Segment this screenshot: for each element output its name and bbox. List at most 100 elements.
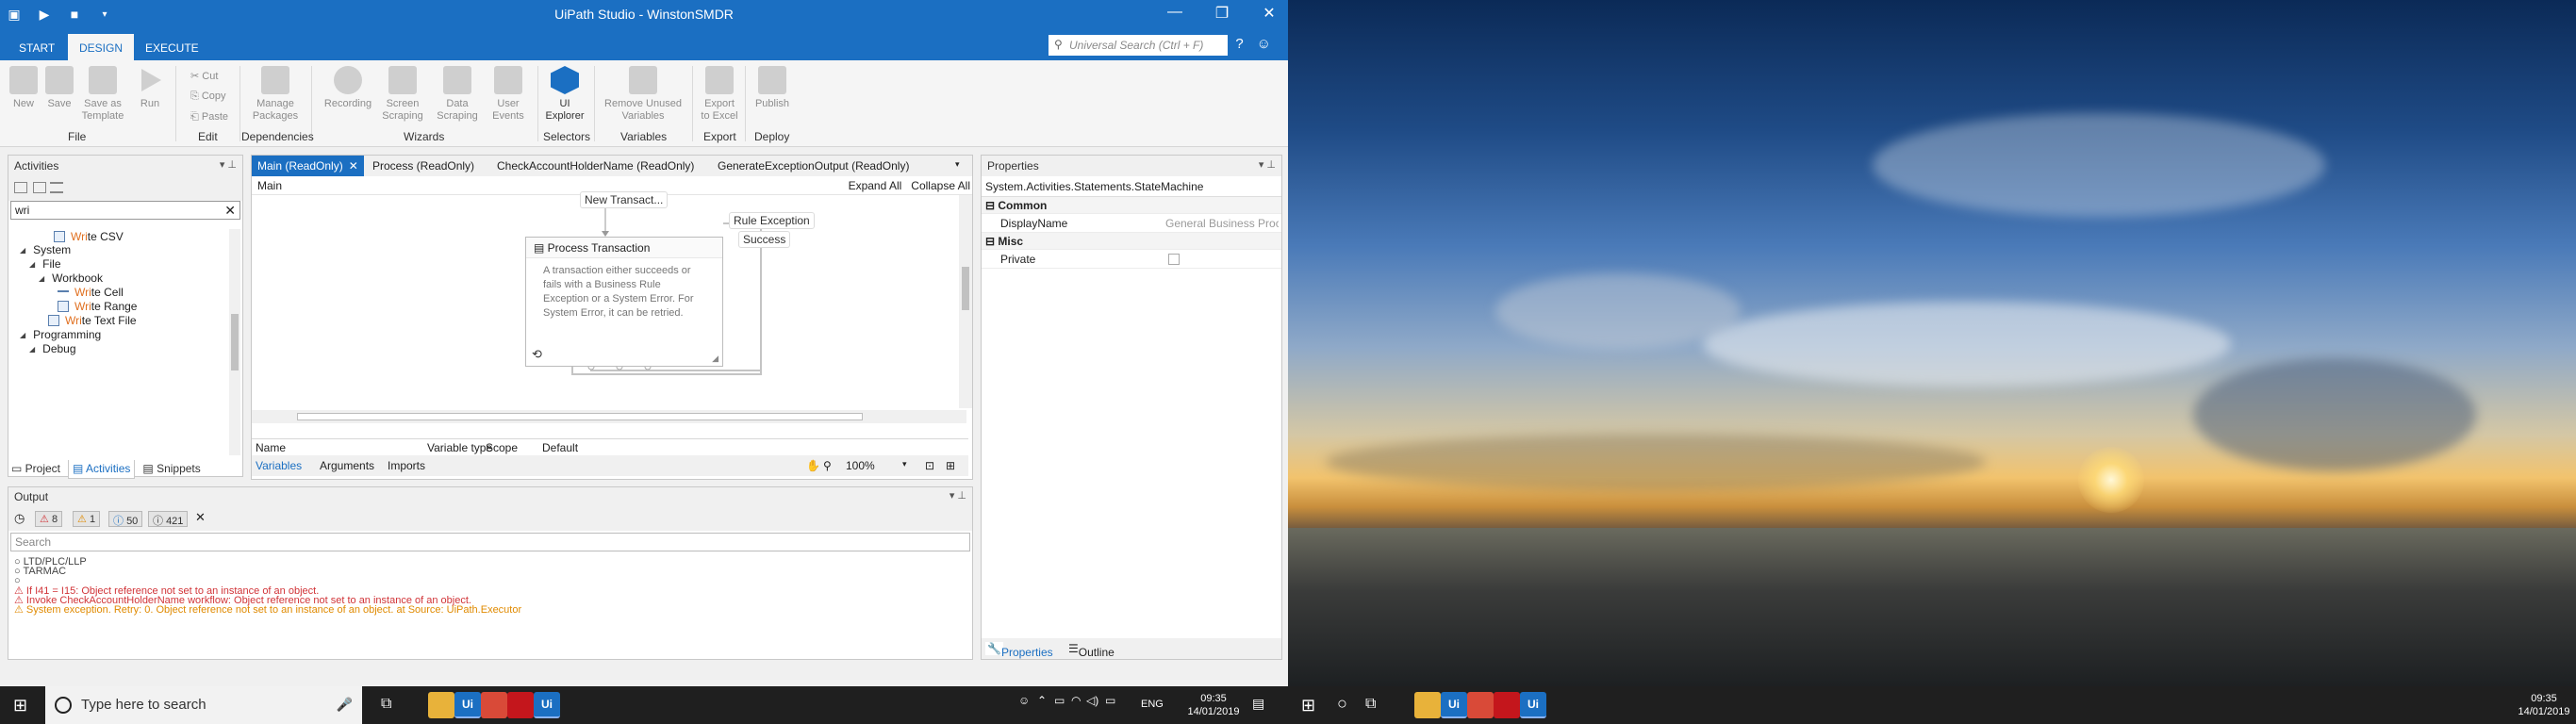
- cortana-icon[interactable]: ○: [1337, 694, 1347, 714]
- output-line[interactable]: ⚠ System exception. Retry: 0. Object ref…: [14, 603, 521, 616]
- file-explorer-icon[interactable]: [1414, 692, 1441, 718]
- taskbar-clock[interactable]: 09:35 14/01/2019: [1181, 692, 1247, 718]
- minimize-button[interactable]: —: [1165, 4, 1184, 23]
- tree-item-file[interactable]: ◢ File: [29, 256, 61, 272]
- keyboard-icon[interactable]: ▭: [1105, 694, 1115, 707]
- collapse-all-link[interactable]: Collapse All: [911, 179, 970, 192]
- expand-all-icon[interactable]: [14, 182, 27, 193]
- screen-scraping-button[interactable]: Screen Scraping: [379, 66, 426, 123]
- property-private[interactable]: Private: [982, 250, 1281, 269]
- tab-activities[interactable]: ▤ Activities: [68, 460, 136, 479]
- warnings-filter[interactable]: ⚠ 1: [73, 511, 101, 527]
- run-button[interactable]: Run: [126, 66, 173, 110]
- collapse-arrow-icon[interactable]: ◢: [29, 260, 35, 269]
- transition-rule-exception[interactable]: Rule Exception: [729, 212, 815, 229]
- publish-button[interactable]: Publish: [749, 66, 796, 110]
- taskbar-clock[interactable]: 09:35 14/01/2019: [2514, 692, 2574, 718]
- uipath-icon[interactable]: Ui: [1441, 692, 1467, 718]
- tree-item-write-range[interactable]: Wri te Range: [58, 299, 137, 314]
- output-line[interactable]: ○ TARMAC: [14, 566, 66, 577]
- tab-imports[interactable]: Imports: [388, 459, 425, 472]
- workflow-canvas[interactable]: New Transact... Rule Exception Success ▤…: [252, 191, 966, 410]
- copy-button[interactable]: ⎘ Copy: [190, 90, 226, 103]
- tray-overflow-icon[interactable]: ⌃: [1037, 694, 1047, 707]
- tree-item-workbook[interactable]: ◢ Workbook: [39, 271, 103, 286]
- tree-item-write-cell[interactable]: Wri te Cell: [58, 285, 124, 300]
- pin-icon[interactable]: ▾ ⊥: [1259, 158, 1276, 171]
- displayname-value[interactable]: General Business Proc: [1165, 217, 1279, 230]
- tree-item-debug[interactable]: ◢ Debug: [29, 341, 76, 356]
- collapse-arrow-icon[interactable]: ◢: [29, 345, 35, 354]
- column-name[interactable]: Name: [256, 441, 286, 454]
- wifi-icon[interactable]: ◠: [1071, 694, 1081, 707]
- tab-execute[interactable]: EXECUTE: [134, 36, 210, 60]
- ui-explorer-button[interactable]: UI Explorer: [541, 66, 588, 123]
- uipath-icon[interactable]: Ui: [454, 692, 481, 718]
- column-default[interactable]: Default: [542, 441, 578, 454]
- tab-properties[interactable]: 🔧 Properties: [985, 642, 1053, 659]
- close-icon[interactable]: ✕: [349, 159, 358, 173]
- clear-search-icon[interactable]: ✕: [224, 203, 236, 219]
- overview-icon[interactable]: ⊞: [946, 459, 955, 472]
- microphone-icon[interactable]: 🎤: [337, 697, 353, 713]
- resize-grip-icon[interactable]: ◢: [712, 354, 718, 364]
- category-misc[interactable]: ⊟ Misc: [982, 233, 1281, 250]
- action-center-icon[interactable]: ▤: [1252, 696, 1264, 712]
- collapse-arrow-icon[interactable]: ◢: [39, 274, 44, 283]
- tab-overflow-icon[interactable]: ▾: [949, 156, 966, 176]
- tab-variables[interactable]: Variables: [256, 459, 302, 472]
- zoom-dropdown-icon[interactable]: ▾: [902, 459, 907, 469]
- activities-search-input[interactable]: wri ✕: [10, 201, 240, 220]
- scroll-thumb[interactable]: [962, 267, 969, 310]
- private-checkbox[interactable]: [1168, 254, 1180, 265]
- zoom-icon[interactable]: ⚲: [823, 459, 832, 472]
- tab-main[interactable]: Main (ReadOnly) ✕: [252, 156, 364, 176]
- help-icon[interactable]: ?: [1235, 36, 1243, 52]
- category-common[interactable]: ⊟ Common: [982, 197, 1281, 214]
- universal-search-input[interactable]: ⚲ Universal Search (Ctrl + F): [1049, 35, 1228, 56]
- clock-icon[interactable]: ◷: [14, 511, 25, 526]
- collapse-arrow-icon[interactable]: ◢: [20, 246, 25, 255]
- paste-button[interactable]: ⎗ Paste: [190, 111, 228, 123]
- column-scope[interactable]: Scope: [486, 441, 518, 454]
- pin-icon[interactable]: ▾ ⊥: [949, 489, 966, 502]
- pan-icon[interactable]: ✋: [806, 459, 820, 472]
- breadcrumb[interactable]: Main: [257, 179, 282, 192]
- collapse-all-icon[interactable]: [33, 182, 46, 193]
- save-as-template-button[interactable]: Save as Template: [79, 66, 126, 123]
- clear-output-icon[interactable]: ✕: [195, 510, 206, 525]
- errors-filter[interactable]: ⚠ 8: [35, 511, 63, 527]
- scroll-thumb[interactable]: [231, 314, 239, 370]
- tab-project[interactable]: ▭ Project: [8, 460, 64, 479]
- tab-generate-exception-output[interactable]: GenerateExceptionOutput (ReadOnly): [712, 156, 915, 176]
- column-variable-type[interactable]: Variable type: [427, 441, 492, 454]
- tab-snippets[interactable]: ▤ Snippets: [139, 460, 204, 479]
- remove-unused-variables-button[interactable]: Remove Unused Variables: [603, 66, 683, 123]
- zoom-level[interactable]: 100%: [846, 459, 875, 472]
- uipath-icon[interactable]: Ui: [1520, 692, 1546, 718]
- network-icon[interactable]: ▭: [1054, 694, 1065, 707]
- task-view-icon[interactable]: ⧉: [381, 696, 391, 713]
- info-filter[interactable]: ⓘ 50: [108, 511, 143, 527]
- manage-packages-button[interactable]: Manage Packages: [247, 66, 304, 123]
- fit-to-screen-icon[interactable]: ⊡: [925, 459, 934, 472]
- chrome-icon[interactable]: [1467, 692, 1494, 718]
- save-button[interactable]: Save: [36, 66, 83, 110]
- tab-check-account-holder-name[interactable]: CheckAccountHolderName (ReadOnly): [491, 156, 700, 176]
- tab-design[interactable]: DESIGN: [68, 34, 135, 60]
- designer-vertical-scrollbar[interactable]: [959, 195, 972, 408]
- property-displayname[interactable]: DisplayName General Business Proc: [982, 214, 1281, 233]
- file-explorer-icon[interactable]: [428, 692, 454, 718]
- designer-horizontal-scrollbar[interactable]: [252, 410, 966, 423]
- chrome-icon[interactable]: [481, 692, 507, 718]
- tab-start[interactable]: START: [8, 36, 66, 60]
- tree-item-programming[interactable]: ◢ Programming: [20, 327, 101, 342]
- output-search-input[interactable]: Search: [10, 533, 970, 551]
- feedback-icon[interactable]: ☺: [1257, 36, 1271, 52]
- transition-success[interactable]: Success: [738, 231, 791, 248]
- language-indicator[interactable]: ENG: [1141, 699, 1164, 710]
- collapse-arrow-icon[interactable]: ◢: [20, 331, 25, 339]
- trace-filter[interactable]: ⓘ 421: [148, 511, 189, 527]
- windows-start-icon[interactable]: ⊞: [13, 696, 27, 716]
- user-events-button[interactable]: User Events: [485, 66, 532, 123]
